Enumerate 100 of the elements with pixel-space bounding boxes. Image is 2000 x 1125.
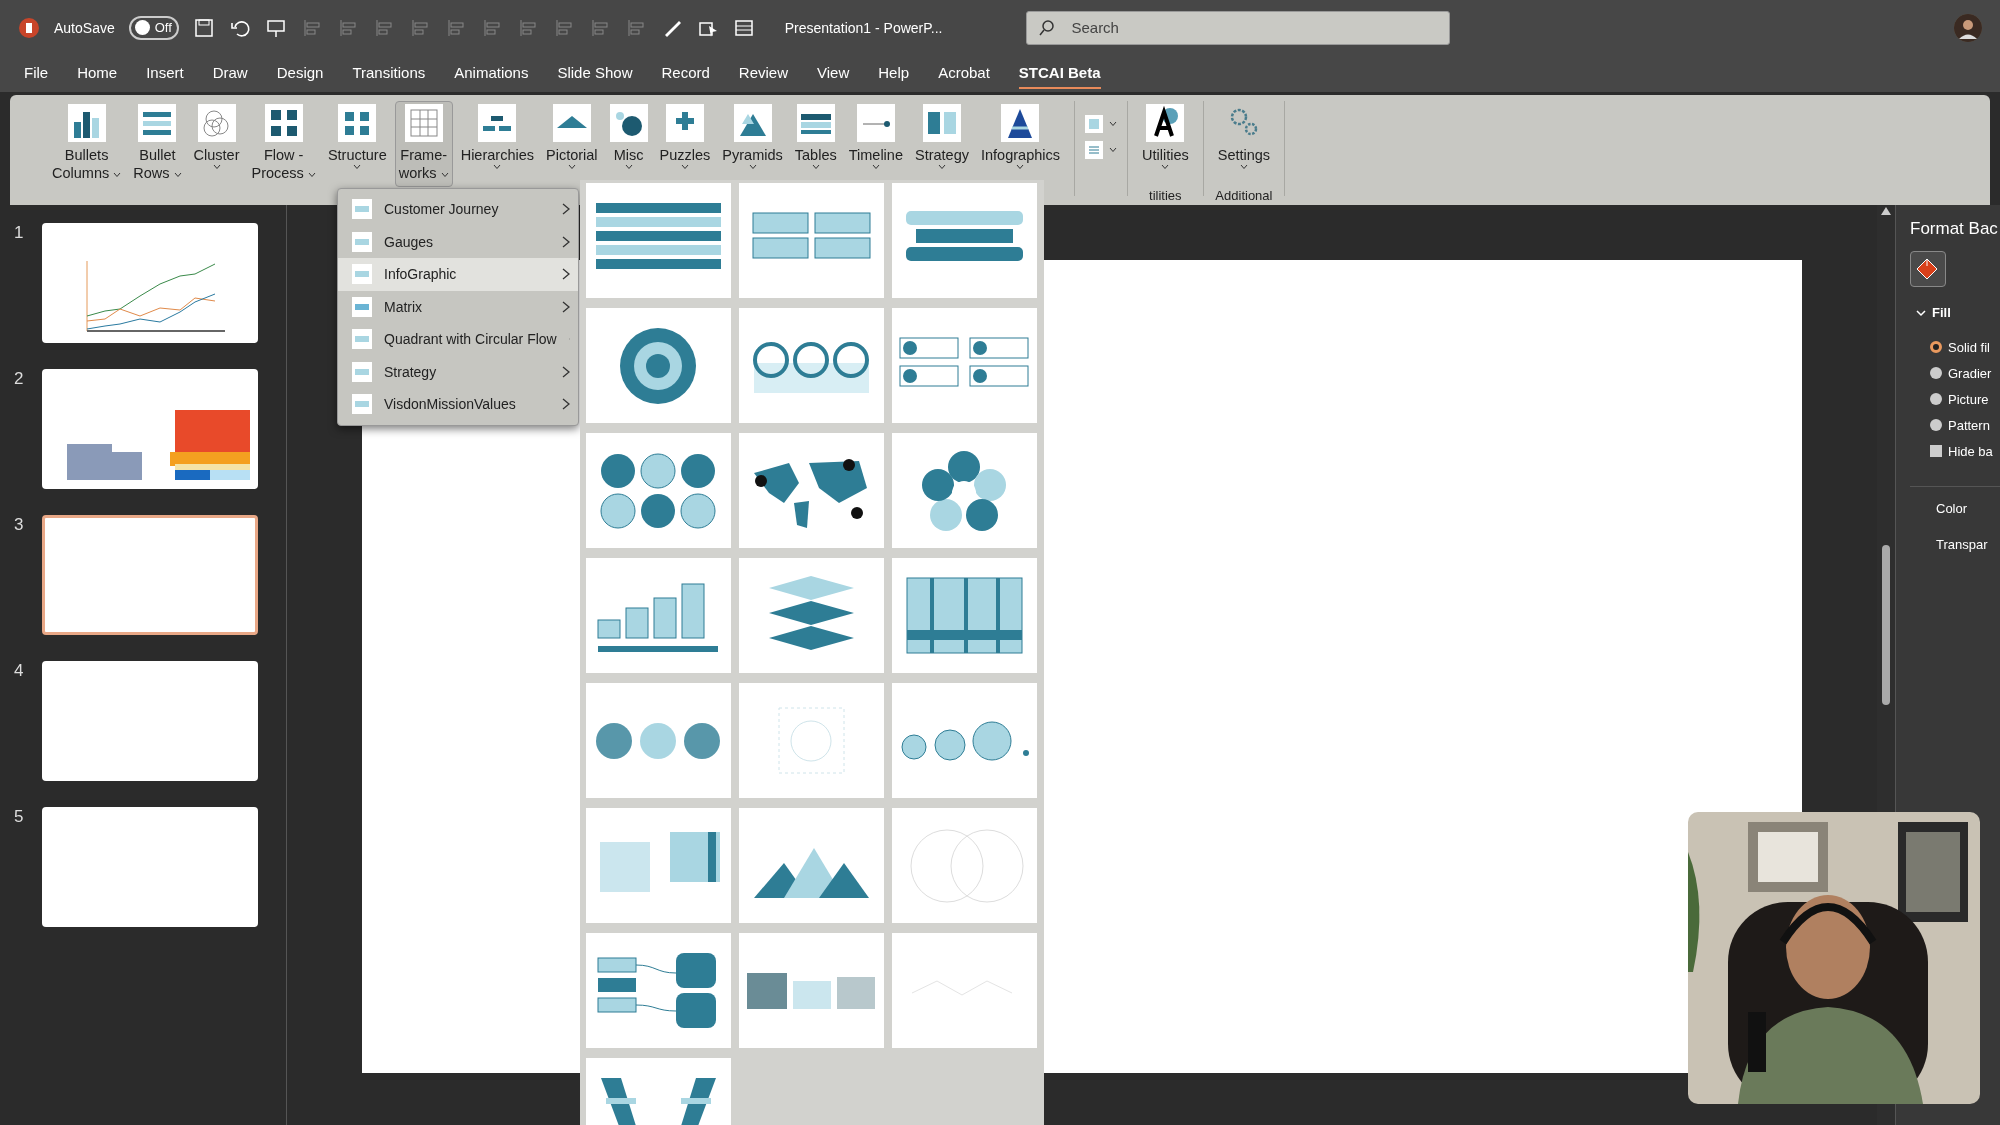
slide-thumbnail[interactable] — [42, 223, 258, 343]
ribbon-icon — [609, 104, 648, 142]
chevron-icon — [1916, 308, 1926, 317]
ribbon-tab[interactable]: Record — [661, 58, 710, 89]
ribbon-icon — [665, 104, 704, 142]
template-thumbnail[interactable] — [739, 808, 884, 923]
ribbon-button[interactable]: Strategy — [911, 101, 973, 175]
text-icon — [1146, 104, 1185, 142]
radio-option[interactable]: Pattern — [1910, 412, 2000, 438]
list-icon — [1085, 141, 1103, 159]
ribbon-icon — [1001, 104, 1040, 142]
template-thumbnail[interactable] — [586, 183, 731, 298]
ribbon-button[interactable]: Flow - Process — [247, 101, 320, 187]
template-thumbnail[interactable] — [892, 808, 1037, 923]
menu-item[interactable]: Customer Journey — [338, 193, 578, 226]
template-thumbnail[interactable] — [586, 808, 731, 923]
caret-icon — [1109, 147, 1117, 153]
ribbon-button[interactable]: Structure — [323, 101, 391, 175]
field-label: Transpar — [1935, 537, 1989, 554]
menu-item[interactable]: Matrix — [338, 290, 578, 323]
slide-thumbnail[interactable] — [42, 661, 258, 781]
toolbar-icon[interactable] — [192, 16, 215, 39]
template-thumbnail[interactable] — [739, 433, 884, 548]
ribbon-tab[interactable]: File — [24, 58, 49, 89]
menu-item[interactable]: Gauges — [338, 225, 578, 258]
caret-icon — [811, 164, 820, 170]
ribbon-button[interactable]: Utilities — [1138, 101, 1193, 175]
menu-item[interactable]: Strategy — [338, 355, 578, 388]
template-thumbnail[interactable] — [892, 433, 1037, 548]
template-thumbnail[interactable] — [739, 683, 884, 798]
ribbon-button[interactable]: Hierarchies — [456, 101, 538, 175]
ribbon-button[interactable]: Tables — [790, 101, 841, 175]
slide-thumbnail[interactable] — [42, 515, 258, 635]
slide-number: 5 — [14, 807, 25, 827]
caret-icon — [212, 164, 221, 170]
ribbon-tab[interactable]: STCAI Beta — [1018, 58, 1101, 89]
autosave-toggle[interactable]: Off — [128, 15, 179, 40]
template-thumbnail[interactable] — [586, 308, 731, 423]
ribbon-tab[interactable]: Help — [878, 58, 910, 89]
ribbon-tab[interactable]: Home — [77, 58, 118, 89]
slide-number: 2 — [14, 369, 25, 389]
pane-title: Format Bac — [1910, 219, 1999, 239]
template-thumbnail[interactable] — [586, 558, 731, 673]
ribbon-button[interactable]: Pictorial — [542, 101, 602, 175]
radio-option[interactable]: Solid fil — [1910, 334, 2000, 360]
ribbon-button[interactable]: Bullets Columns — [48, 101, 126, 187]
ribbon-button[interactable]: Timeline — [844, 101, 907, 175]
ribbon-button[interactable]: Cluster — [189, 101, 244, 175]
chevron-icon — [562, 398, 570, 411]
ribbon-tab[interactable]: Transitions — [352, 58, 426, 89]
template-thumbnail[interactable] — [739, 183, 884, 298]
scrollbar-thumb[interactable] — [1882, 545, 1890, 705]
caret-icon — [1016, 164, 1025, 170]
section-header[interactable]: Fill — [1910, 305, 2000, 320]
ribbon-tab[interactable]: Animations — [454, 58, 529, 89]
template-thumbnail[interactable] — [739, 933, 884, 1048]
scroll-up-icon[interactable] — [1881, 207, 1891, 215]
template-thumbnail[interactable] — [892, 183, 1037, 298]
caret-icon — [567, 164, 576, 170]
avatar-icon[interactable] — [1954, 13, 1982, 42]
radio-option[interactable]: Picture — [1910, 386, 2000, 412]
chevron-icon — [562, 203, 570, 216]
template-thumbnail[interactable] — [739, 308, 884, 423]
menu-item[interactable]: Quadrant with Circular Flow — [338, 323, 578, 356]
ribbon-tab[interactable]: Slide Show — [557, 58, 633, 89]
ribbon-button[interactable]: Puzzles — [655, 101, 715, 175]
ribbon-tab[interactable]: View — [817, 58, 850, 89]
template-thumbnail[interactable] — [586, 683, 731, 798]
ribbon-tab[interactable]: Design — [276, 58, 324, 89]
search-field[interactable]: Search — [1026, 10, 1451, 45]
ribbon-tab[interactable]: Acrobat — [938, 58, 990, 89]
template-thumbnail[interactable] — [739, 558, 884, 673]
app-logo-icon — [18, 16, 40, 39]
ribbon-button[interactable]: Settings — [1213, 101, 1275, 175]
ribbon-button[interactable]: Bullet Rows — [129, 101, 186, 187]
fill-button[interactable] — [1910, 251, 1946, 287]
caret-icon — [307, 172, 316, 178]
template-thumbnail[interactable] — [892, 558, 1037, 673]
template-thumbnail[interactable] — [586, 933, 731, 1048]
caret-icon — [493, 164, 502, 170]
ribbon-tab[interactable]: Draw — [212, 58, 248, 89]
slide-thumbnail[interactable] — [42, 369, 258, 489]
caret-icon — [938, 164, 946, 170]
ribbon-icon — [338, 104, 377, 142]
ribbon-button[interactable]: Infographics — [977, 101, 1064, 175]
radio-option[interactable]: Gradier — [1910, 360, 2000, 386]
checkbox-option[interactable]: Hide ba — [1910, 438, 2000, 464]
menu-item[interactable]: VisdonMissionValues — [338, 388, 578, 421]
template-thumbnail[interactable] — [892, 683, 1037, 798]
menu-item[interactable]: InfoGraphic — [338, 258, 578, 291]
ribbon-button[interactable]: Misc — [605, 101, 652, 175]
caret-icon — [353, 164, 362, 170]
ribbon-tab[interactable]: Review — [738, 58, 789, 89]
template-thumbnail[interactable] — [586, 433, 731, 548]
ribbon-button[interactable]: Frame- works — [394, 101, 453, 187]
template-thumbnail[interactable] — [892, 933, 1037, 1048]
slide-thumbnail[interactable] — [42, 807, 258, 927]
ribbon-button[interactable]: Pyramids — [718, 101, 787, 175]
ribbon-tab[interactable]: Insert — [146, 58, 184, 89]
template-thumbnail[interactable] — [892, 308, 1037, 423]
